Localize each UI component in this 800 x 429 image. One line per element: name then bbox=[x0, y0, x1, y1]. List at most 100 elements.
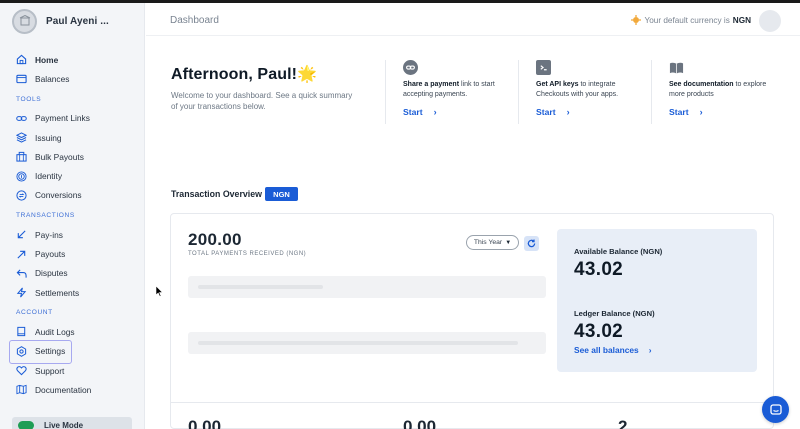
live-mode-toggle[interactable]: Live Mode bbox=[12, 417, 132, 429]
total-payments-label: TOTAL PAYMENTS RECEIVED (NGN) bbox=[188, 251, 307, 257]
map-icon bbox=[16, 385, 27, 395]
mouse-cursor-icon bbox=[156, 286, 163, 297]
sidebar-item-documentation[interactable]: Documentation bbox=[0, 380, 144, 399]
sidebar-nav: Home Balances TOOLS Payment Links Issuin… bbox=[0, 50, 144, 399]
start-button[interactable]: Start › bbox=[403, 107, 513, 117]
sidebar-item-balances[interactable]: Balances bbox=[0, 69, 144, 88]
sidebar-item-audit-logs[interactable]: Audit Logs bbox=[0, 322, 144, 341]
sidebar-item-label: Settlements bbox=[35, 287, 80, 298]
book-icon bbox=[17, 327, 26, 337]
sidebar-item-label: Payouts bbox=[35, 249, 66, 260]
currency-text: Your default currency is bbox=[644, 15, 730, 25]
sidebar-item-support[interactable]: Support bbox=[0, 361, 144, 380]
lightning-icon bbox=[16, 287, 27, 298]
quick-action-payment-link: Share a payment link to start accepting … bbox=[385, 60, 513, 124]
sidebar-item-label: Bulk Payouts bbox=[35, 151, 84, 162]
chevron-right-icon: › bbox=[433, 107, 437, 117]
summary-value: 0.00 bbox=[403, 417, 437, 429]
sidebar-item-label: Issuing bbox=[35, 132, 62, 143]
quick-action-text: See documentation to explore more produc… bbox=[669, 81, 767, 98]
currency-badge[interactable]: NGN bbox=[265, 187, 298, 201]
available-balance-value: 43.02 bbox=[574, 259, 624, 280]
sidebar: Paul Ayeni ... Home Balances TOOLS Payme… bbox=[0, 3, 145, 429]
sidebar-item-label: Payment Links bbox=[35, 113, 90, 124]
wallet-icon bbox=[16, 75, 27, 84]
section-label-transactions: TRANSACTIONS bbox=[16, 212, 75, 220]
profile-name: Paul Ayeni ... bbox=[46, 15, 109, 27]
sidebar-item-label: Home bbox=[35, 54, 59, 65]
available-balance-label: Available Balance (NGN) bbox=[574, 247, 663, 256]
avatar bbox=[12, 8, 37, 34]
sidebar-item-identity[interactable]: Identity bbox=[0, 166, 144, 185]
balance-panel: Available Balance (NGN) 43.02 Ledger Bal… bbox=[557, 229, 757, 372]
sidebar-item-issuing[interactable]: Issuing bbox=[0, 128, 144, 147]
top-header: Dashboard Your default currency is NGN bbox=[146, 3, 800, 36]
gear-icon bbox=[16, 345, 27, 357]
sidebar-item-label: Disputes bbox=[35, 268, 68, 279]
sidebar-item-label: Support bbox=[35, 365, 65, 376]
loading-skeleton bbox=[188, 332, 546, 354]
quick-action-text: Share a payment link to start accepting … bbox=[403, 81, 495, 98]
sidebar-item-label: Pay-ins bbox=[35, 229, 63, 240]
start-button[interactable]: Start › bbox=[536, 107, 646, 117]
start-button[interactable]: Start › bbox=[669, 107, 779, 117]
sidebar-item-bulk-payouts[interactable]: Bulk Payouts bbox=[0, 147, 144, 166]
terminal-icon bbox=[536, 60, 551, 75]
book-open-icon bbox=[669, 60, 684, 75]
reply-icon bbox=[16, 269, 27, 278]
heart-icon bbox=[16, 366, 27, 376]
quick-action-documentation: See documentation to explore more produc… bbox=[651, 60, 779, 124]
sidebar-item-payouts[interactable]: Payouts bbox=[0, 244, 144, 263]
summary-value: 2 bbox=[618, 417, 628, 429]
greeting-subtitle: Welcome to your dashboard. See a quick s… bbox=[171, 91, 353, 111]
chevron-right-icon: › bbox=[648, 345, 652, 355]
currency-code: NGN bbox=[732, 15, 751, 25]
link-icon bbox=[16, 115, 27, 121]
sidebar-item-label: Settings bbox=[35, 346, 66, 357]
user-icon bbox=[19, 15, 30, 26]
greeting-block: Afternoon, Paul!🌟 Welcome to your dashbo… bbox=[171, 64, 361, 112]
greeting-title: Afternoon, Paul!🌟 bbox=[171, 66, 318, 83]
sidebar-item-label: Audit Logs bbox=[35, 326, 75, 337]
ledger-balance-value: 43.02 bbox=[574, 321, 624, 342]
section-label-tools: TOOLS bbox=[16, 95, 42, 103]
period-select[interactable]: This Year ▼ bbox=[466, 235, 519, 250]
sidebar-item-conversions[interactable]: Conversions bbox=[0, 186, 144, 205]
loading-skeleton bbox=[188, 276, 546, 298]
chat-icon bbox=[769, 403, 782, 415]
sidebar-item-disputes[interactable]: Disputes bbox=[0, 264, 144, 283]
default-currency: Your default currency is NGN bbox=[630, 15, 751, 25]
arrow-up-right-icon bbox=[17, 250, 26, 259]
arrow-down-left-icon bbox=[17, 230, 26, 239]
sidebar-item-payment-links[interactable]: Payment Links bbox=[0, 109, 144, 128]
total-payments-value: 200.00 bbox=[188, 230, 242, 249]
profile-menu[interactable]: Paul Ayeni ... bbox=[0, 3, 144, 39]
sidebar-item-pay-ins[interactable]: Pay-ins bbox=[0, 225, 144, 244]
bulk-payouts-icon bbox=[16, 152, 27, 162]
ledger-balance-label: Ledger Balance (NGN) bbox=[574, 309, 655, 318]
card-divider bbox=[171, 402, 774, 403]
refresh-button[interactable] bbox=[524, 236, 539, 251]
sidebar-item-label: Conversions bbox=[35, 190, 82, 201]
refresh-icon bbox=[527, 239, 536, 248]
sidebar-item-settlements[interactable]: Settlements bbox=[0, 283, 144, 302]
link-circle-icon bbox=[403, 60, 418, 75]
see-all-balances-link[interactable]: See all balances › bbox=[574, 345, 652, 355]
transaction-overview-title: Transaction Overview bbox=[171, 189, 262, 199]
sidebar-item-label: Documentation bbox=[35, 384, 92, 395]
header-avatar[interactable] bbox=[759, 10, 781, 32]
chat-support-button[interactable] bbox=[762, 396, 789, 423]
quick-action-text: Get API keys to integrate Checkouts with… bbox=[536, 81, 619, 98]
sidebar-item-home[interactable]: Home bbox=[0, 50, 144, 69]
layers-icon bbox=[16, 132, 27, 143]
chevron-right-icon: › bbox=[566, 107, 570, 117]
page-title: Dashboard bbox=[170, 15, 219, 26]
section-label-account: ACCOUNT bbox=[16, 309, 53, 317]
fingerprint-icon bbox=[16, 171, 27, 182]
summary-value: 0.00 bbox=[188, 417, 222, 429]
home-icon bbox=[16, 54, 27, 65]
sidebar-item-settings[interactable]: Settings bbox=[0, 340, 144, 365]
gear-sun-icon bbox=[630, 15, 641, 25]
live-mode-label: Live Mode bbox=[44, 420, 84, 429]
toggle-switch[interactable] bbox=[18, 420, 34, 429]
